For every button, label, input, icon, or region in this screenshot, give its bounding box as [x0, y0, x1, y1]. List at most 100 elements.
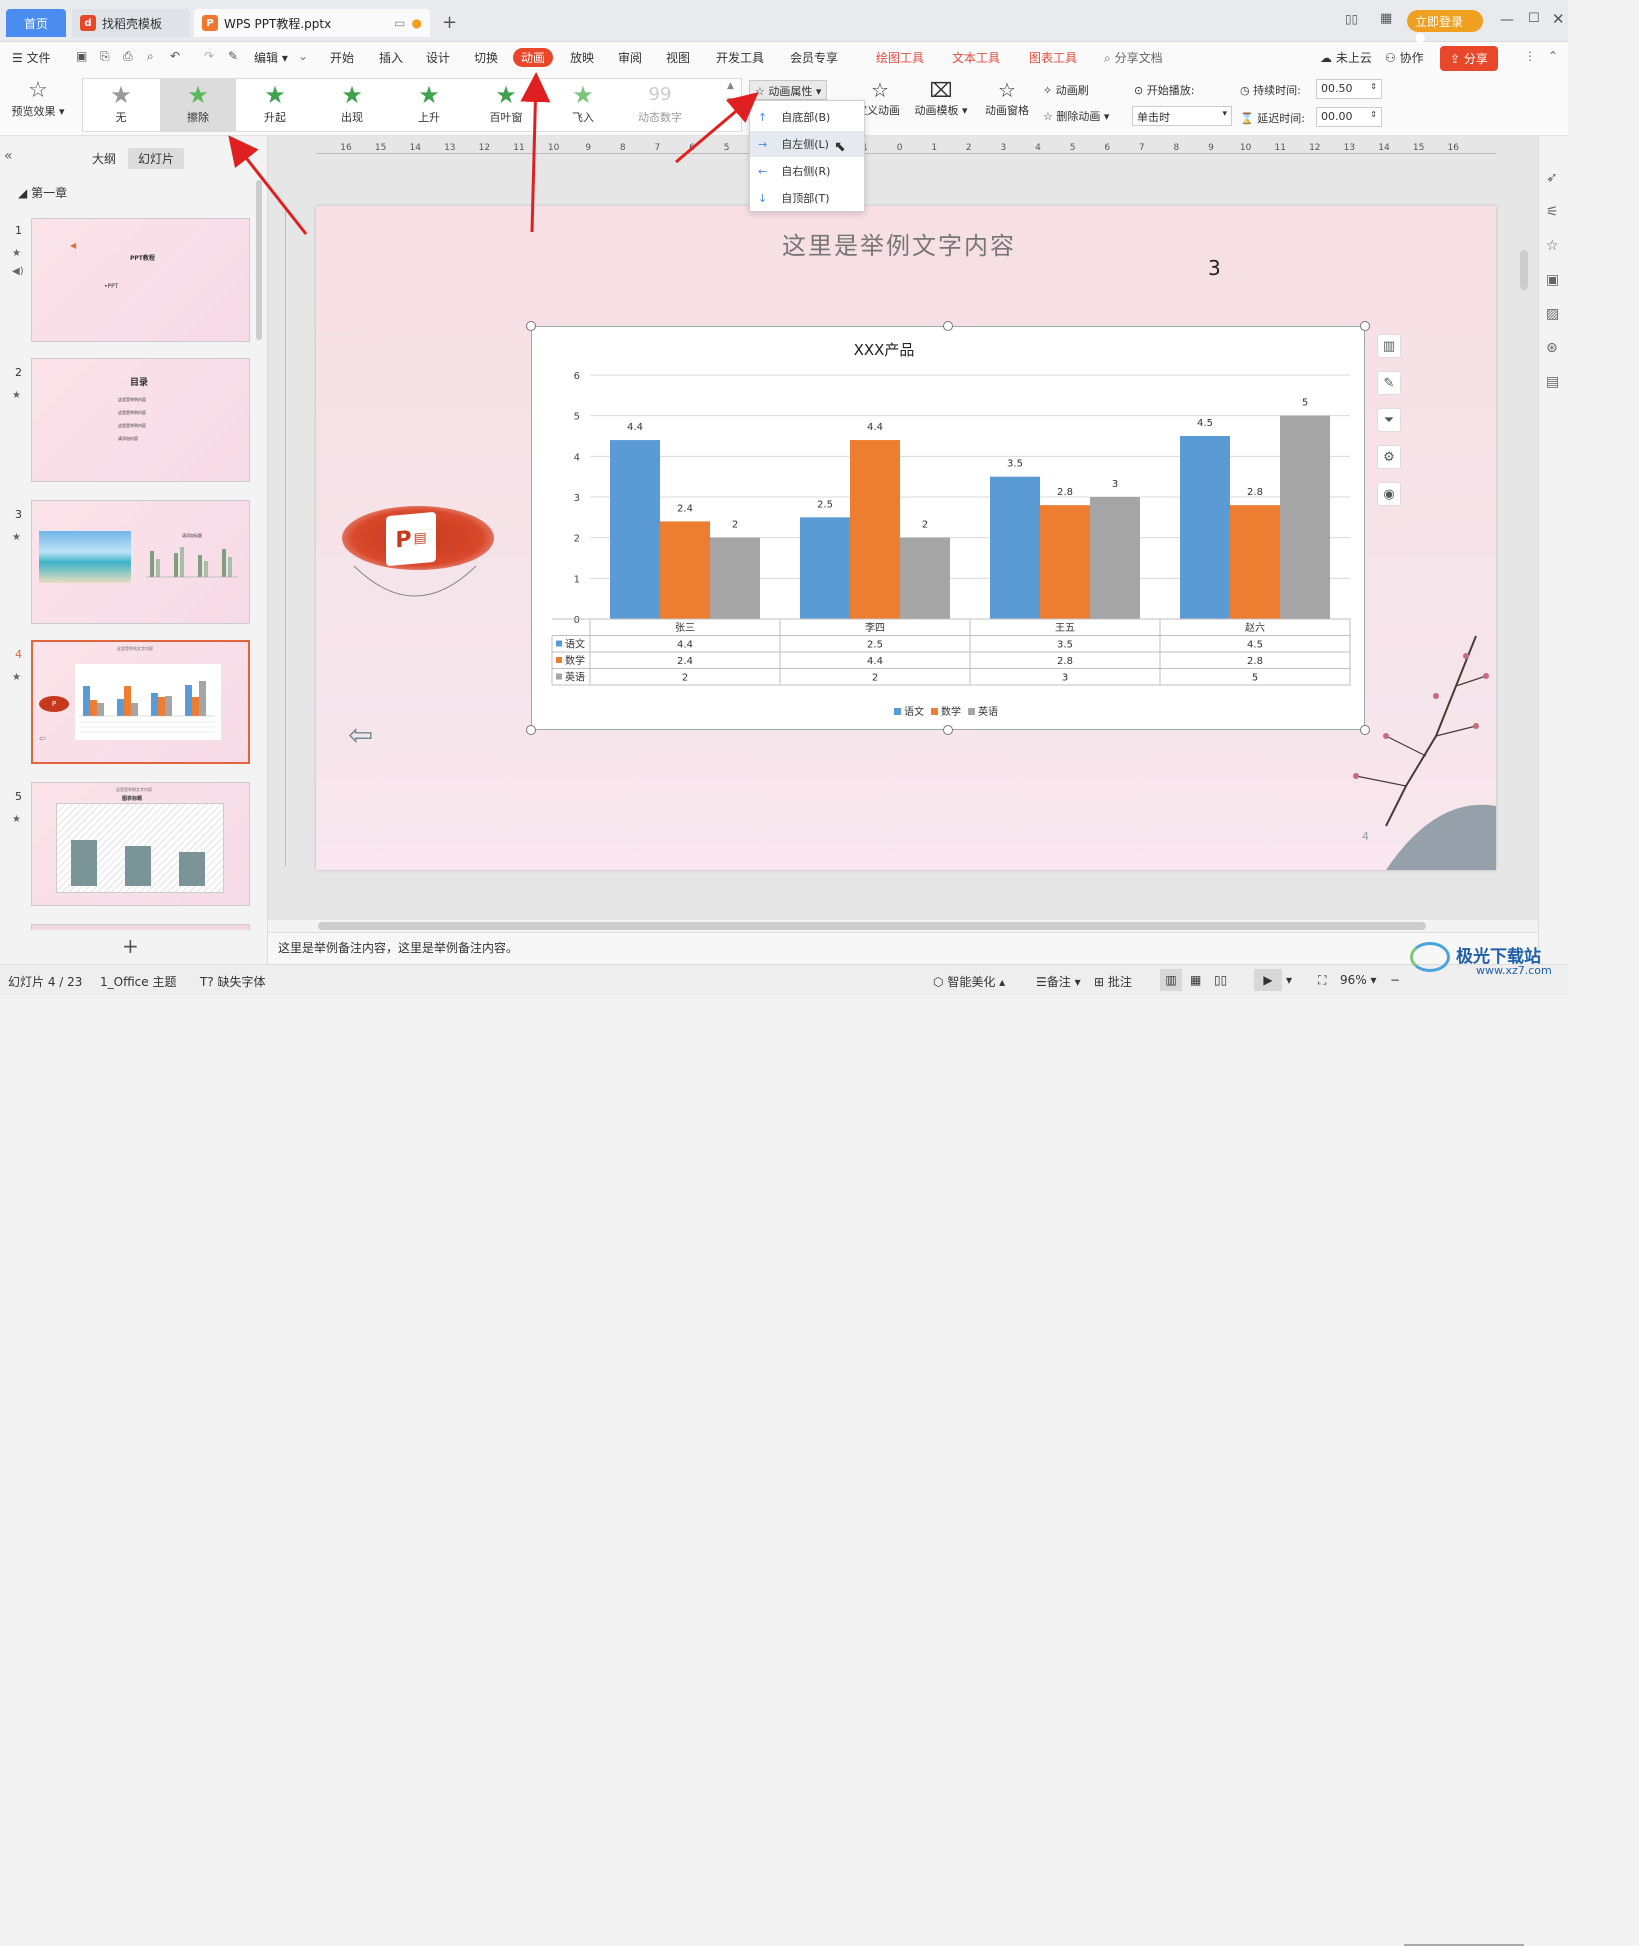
effect-fly-in[interactable]: ★ 飞入	[545, 79, 621, 131]
tab-outline[interactable]: 大纲	[92, 150, 116, 167]
slide-thumbnail-4[interactable]: 这里是举例文字内容 P ⇦	[31, 640, 250, 764]
chart-idea-bulb-icon[interactable]: ◉	[1377, 482, 1401, 506]
layout-icon[interactable]: ▯▯	[1345, 12, 1358, 26]
resize-handle[interactable]	[1360, 321, 1370, 331]
menu-edit[interactable]: 编辑 ▾	[254, 49, 288, 66]
chart-style-brush-icon[interactable]: ✎	[1377, 371, 1401, 395]
resize-handle[interactable]	[943, 321, 953, 331]
animation-properties-button[interactable]: ☆ 动画属性 ▾	[749, 80, 828, 100]
image-icon[interactable]: ▨	[1546, 306, 1559, 322]
start-play-select[interactable]: 单击时 ▾	[1132, 106, 1232, 126]
dropdown-from-top[interactable]: ↓ 自顶部(T)	[750, 185, 864, 211]
delay-input[interactable]: 00.00 ⇕	[1316, 107, 1382, 127]
menu-draw-tools[interactable]: 绘图工具	[876, 49, 924, 66]
tab-document[interactable]: P WPS PPT教程.pptx ▭ ●	[194, 9, 430, 37]
resize-handle[interactable]	[526, 321, 536, 331]
login-button[interactable]: 立即登录 ●	[1407, 10, 1483, 44]
animation-brush-button[interactable]: ✧ 动画刷	[1043, 82, 1089, 98]
resize-handle[interactable]	[1360, 725, 1370, 735]
delete-animation-button[interactable]: ☆ 删除动画 ▾	[1043, 108, 1109, 124]
resize-handle[interactable]	[526, 725, 536, 735]
chart-filter-icon[interactable]: ⏷	[1377, 408, 1401, 432]
sorter-view-icon[interactable]: ▦	[1190, 973, 1201, 987]
minimize-button[interactable]: —	[1500, 12, 1514, 28]
back-arrow-icon[interactable]: ⇦	[348, 718, 373, 753]
slide-title[interactable]: 这里是举例文字内容	[782, 226, 1016, 261]
duration-input[interactable]: 00.50 ⇕	[1316, 79, 1382, 99]
redo-icon[interactable]: ↷	[204, 49, 214, 63]
chart-object[interactable]: XXX产品 0 1 2 3 4 5 6 4.4 2.4 2 2.5 4.4 2 3.5 2.8 3 4.5 2.8 5…	[531, 326, 1365, 730]
gallery-scroll-up[interactable]: ▲	[727, 81, 734, 91]
zoom-out-icon[interactable]: −	[1390, 973, 1400, 987]
normal-view-icon[interactable]: ▥	[1160, 969, 1182, 991]
maximize-button[interactable]: ☐	[1528, 11, 1540, 26]
chart-settings-gear-icon[interactable]: ⚙	[1377, 445, 1401, 469]
preview-effect-button[interactable]: ☆ 预览效果 ▾	[10, 78, 66, 119]
slideshow-icon[interactable]: ▣	[1546, 272, 1559, 288]
dropdown-from-left[interactable]: → 自左侧(L)	[750, 131, 864, 157]
slide-number-text[interactable]: 3	[1208, 256, 1221, 280]
rocket-icon[interactable]: ➶	[1546, 170, 1558, 186]
smart-beautify-button[interactable]: ⬡ 智能美化 ▴	[933, 973, 1005, 990]
missing-font-button[interactable]: T? 缺失字体	[200, 973, 266, 990]
bar-chart[interactable]: XXX产品 0 1 2 3 4 5 6 4.4 2.4 2 2.5 4.4 2 3.5 2.8 3 4.5 2.8 5…	[532, 327, 1366, 731]
menu-design[interactable]: 设计	[426, 49, 450, 66]
monitor-icon[interactable]: ▭	[394, 16, 405, 30]
save-icon[interactable]: ▣	[76, 49, 87, 63]
reading-view-icon[interactable]: ▯▯	[1214, 973, 1227, 987]
notes-pane[interactable]: 这里是举例备注内容，这里是举例备注内容。	[268, 932, 1538, 964]
slide-thumbnail-6-partial[interactable]	[31, 924, 250, 930]
preview-icon[interactable]: ⌕	[147, 49, 154, 64]
new-tab-button[interactable]: +	[442, 12, 457, 33]
effect-rise[interactable]: ★ 升起	[237, 79, 313, 131]
menu-view[interactable]: 视图	[666, 49, 690, 66]
play-button[interactable]: ▶	[1254, 969, 1282, 991]
slide-thumbnail-3[interactable]: 请添加标题	[31, 500, 250, 624]
collapse-panel-icon[interactable]: «	[4, 148, 13, 164]
horizontal-scrollbar[interactable]	[318, 922, 1426, 930]
undo-icon[interactable]: ↶	[170, 49, 180, 63]
panel-scrollbar[interactable]	[256, 180, 262, 340]
effect-blinds[interactable]: ★ 百叶窗	[468, 79, 544, 131]
effect-wipe[interactable]: ★ 擦除	[160, 79, 236, 131]
menu-file[interactable]: ☰ 文件	[12, 49, 51, 66]
menu-text-tools[interactable]: 文本工具	[952, 49, 1000, 66]
dropdown-from-bottom[interactable]: ↑ 自底部(B)	[750, 104, 864, 130]
animation-pane-button[interactable]: ☆ 动画窗格	[983, 78, 1031, 118]
theme-name[interactable]: 1_Office 主题	[100, 973, 176, 990]
book-icon[interactable]: ▤	[1546, 374, 1559, 390]
effect-none[interactable]: ★ 无	[83, 79, 159, 131]
export-icon[interactable]: ⎘	[100, 49, 110, 64]
close-button[interactable]: ✕	[1552, 10, 1565, 28]
collapse-ribbon-icon[interactable]: ⌃	[1548, 49, 1558, 63]
tab-slides[interactable]: 幻灯片	[128, 148, 185, 169]
gallery-scroll-down[interactable]: ▼	[727, 97, 734, 107]
menu-insert[interactable]: 插入	[379, 49, 403, 66]
zoom-select[interactable]: 96% ▾	[1340, 973, 1377, 987]
grid-icon[interactable]: ▦	[1380, 11, 1392, 26]
menu-developer[interactable]: 开发工具	[716, 49, 764, 66]
effect-ascend[interactable]: ★ 上升	[391, 79, 467, 131]
star-outline-icon[interactable]: ☆	[1546, 238, 1559, 254]
dropdown-from-right[interactable]: ← 自右侧(R)	[750, 158, 864, 184]
location-icon[interactable]: ⊛	[1546, 340, 1558, 356]
add-slide-button[interactable]: +	[122, 934, 139, 958]
vertical-scrollbar[interactable]	[1520, 250, 1528, 290]
section-header[interactable]: ◢ 第一章	[18, 184, 67, 201]
notes-toggle[interactable]: ☰备注 ▾	[1036, 973, 1081, 990]
animation-templates-button[interactable]: ⌧ 动画模板 ▾	[913, 78, 969, 118]
slide-thumbnail-1[interactable]: ◀ PPT教程 •PPT	[31, 218, 250, 342]
fit-window-icon[interactable]: ⛶	[1318, 973, 1326, 988]
menu-animation[interactable]: 动画	[513, 48, 554, 67]
more-icon[interactable]: ⌄	[298, 49, 308, 63]
tab-home[interactable]: 首页	[6, 9, 66, 37]
cloud-status[interactable]: ☁ 未上云	[1320, 49, 1372, 66]
custom-animation-button[interactable]: ☆自定义动画	[860, 78, 900, 118]
menu-transition[interactable]: 切换	[474, 49, 498, 66]
search-share[interactable]: ⌕ 分享文档	[1104, 49, 1163, 66]
share-button[interactable]: ⇪ 分享	[1440, 46, 1498, 71]
menu-start[interactable]: 开始	[330, 49, 354, 66]
menu-review[interactable]: 审阅	[618, 49, 642, 66]
chart-elements-icon[interactable]: ▥	[1377, 334, 1401, 358]
effect-appear[interactable]: ★ 出现	[314, 79, 390, 131]
